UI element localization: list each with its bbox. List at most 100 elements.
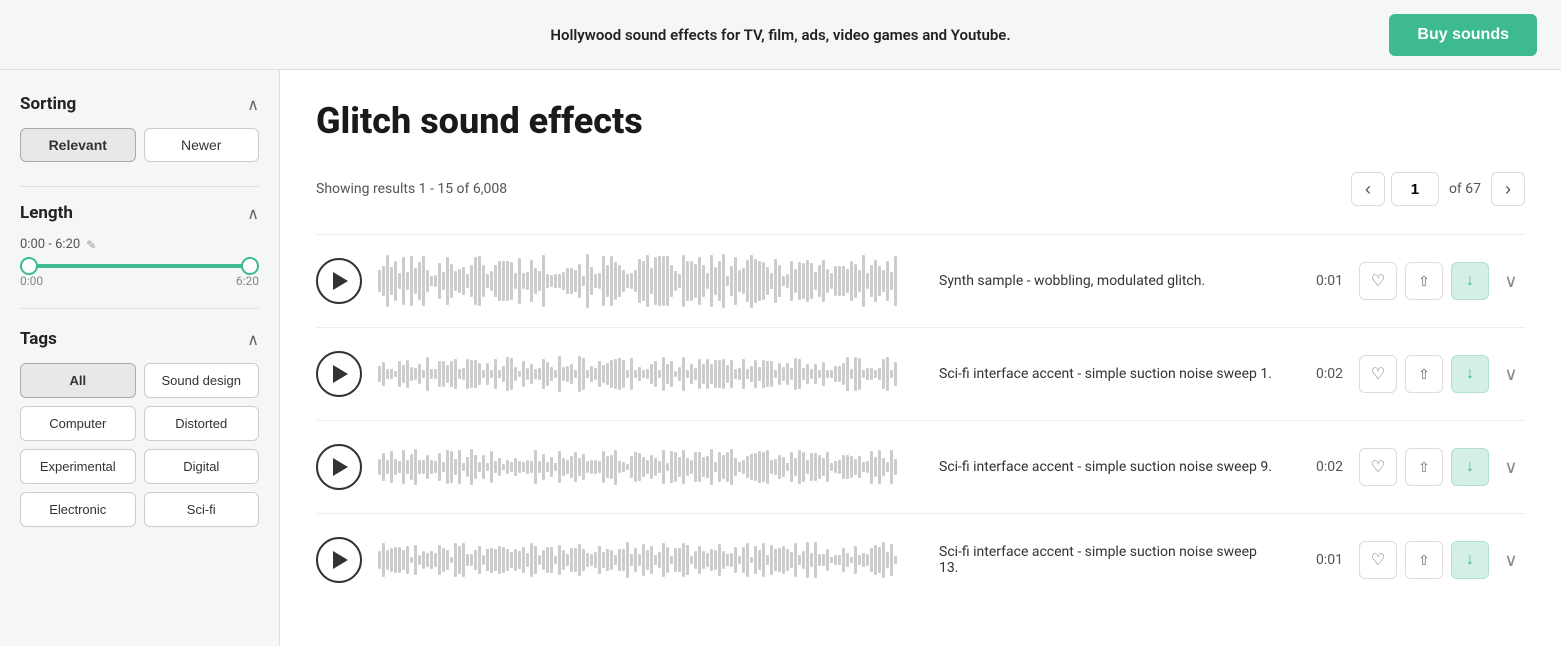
sorting-chevron-icon[interactable]: ∧: [247, 95, 259, 114]
waveform-bar: [634, 270, 637, 291]
sort-newer-button[interactable]: Newer: [144, 128, 260, 162]
waveform-bar: [462, 368, 465, 381]
waveform-bar: [670, 361, 673, 388]
waveform-bar: [858, 456, 861, 478]
like-button-2[interactable]: ♡: [1359, 355, 1397, 393]
waveform-bar: [658, 370, 661, 378]
waveform-bar: [602, 451, 605, 483]
slider-thumb-left[interactable]: [20, 257, 38, 275]
like-button-3[interactable]: ♡: [1359, 448, 1397, 486]
download-button-2[interactable]: ↓: [1451, 355, 1489, 393]
waveform-bar: [614, 262, 617, 300]
waveform-bar: [850, 557, 853, 563]
tag-distorted[interactable]: Distorted: [144, 406, 260, 441]
waveform-bar: [458, 369, 461, 379]
waveform-bar: [566, 268, 569, 294]
tag-all[interactable]: All: [20, 363, 136, 398]
waveform-bar: [454, 359, 457, 388]
waveform-bar: [802, 452, 805, 482]
waveform-bar: [410, 256, 413, 305]
expand-button-3[interactable]: ∨: [1497, 457, 1525, 478]
waveform-bar: [834, 555, 837, 564]
waveform-bar: [622, 360, 625, 387]
waveform-bar: [822, 554, 825, 567]
waveform-bar: [694, 551, 697, 570]
play-button-3[interactable]: [316, 444, 362, 490]
tags-section-header: Tags ∧: [20, 329, 259, 349]
waveform-bar: [390, 548, 393, 573]
waveform-bar: [854, 546, 857, 573]
waveform-bar: [494, 549, 497, 571]
waveform-bar: [574, 270, 577, 292]
sound-duration-2: 0:02: [1295, 366, 1343, 382]
prev-page-button[interactable]: ‹: [1351, 172, 1385, 206]
waveform-bar: [450, 264, 453, 298]
next-page-button[interactable]: ›: [1491, 172, 1525, 206]
divider-length: [20, 186, 259, 187]
play-button-4[interactable]: [316, 537, 362, 583]
waveform-bar: [670, 265, 673, 297]
waveform-bar: [774, 549, 777, 572]
expand-button-1[interactable]: ∨: [1497, 271, 1525, 292]
waveform-bar: [530, 364, 533, 384]
share-button-4[interactable]: ⇧: [1405, 541, 1443, 579]
tag-digital[interactable]: Digital: [144, 449, 260, 484]
waveform-bar: [662, 256, 665, 306]
length-chevron-icon[interactable]: ∧: [247, 204, 259, 223]
tag-sci-fi[interactable]: Sci-fi: [144, 492, 260, 527]
waveform-bar: [690, 261, 693, 302]
sort-relevant-button[interactable]: Relevant: [20, 128, 136, 162]
waveform-bar: [378, 366, 381, 381]
waveform-bar: [742, 359, 745, 389]
play-button-1[interactable]: [316, 258, 362, 304]
edit-icon[interactable]: ✎: [86, 238, 96, 252]
expand-button-4[interactable]: ∨: [1497, 550, 1525, 571]
share-button-2[interactable]: ⇧: [1405, 355, 1443, 393]
tag-computer[interactable]: Computer: [20, 406, 136, 441]
waveform-bar: [406, 460, 409, 473]
download-button-3[interactable]: ↓: [1451, 448, 1489, 486]
buy-sounds-button[interactable]: Buy sounds: [1389, 14, 1537, 56]
waveform-bar: [778, 265, 781, 297]
page-input[interactable]: [1391, 172, 1439, 206]
waveform-bar: [606, 456, 609, 478]
waveform-bar: [482, 555, 485, 564]
share-icon-1: ⇧: [1418, 273, 1430, 290]
download-button-1[interactable]: ↓: [1451, 262, 1489, 300]
waveform-bar: [454, 271, 457, 290]
waveform-bar: [542, 550, 545, 571]
next-icon: ›: [1505, 179, 1511, 200]
waveform-bar: [482, 265, 485, 298]
tags-chevron-icon[interactable]: ∧: [247, 330, 259, 349]
waveform-bar: [558, 356, 561, 392]
play-button-2[interactable]: [316, 351, 362, 397]
share-button-1[interactable]: ⇧: [1405, 262, 1443, 300]
page-title: Glitch sound effects: [316, 100, 1525, 142]
download-button-4[interactable]: ↓: [1451, 541, 1489, 579]
waveform-bar: [554, 463, 557, 471]
length-slider[interactable]: [20, 264, 259, 268]
waveform-bar: [422, 460, 425, 473]
waveform-bar: [578, 544, 581, 575]
tag-sound-design[interactable]: Sound design: [144, 363, 260, 398]
expand-button-2[interactable]: ∨: [1497, 364, 1525, 385]
waveform-bar: [394, 371, 397, 377]
waveform-bar: [462, 463, 465, 471]
waveform-bar: [658, 552, 661, 569]
waveform-bar: [754, 453, 757, 481]
waveform-bar: [662, 543, 665, 578]
waveform-bar: [794, 358, 797, 390]
tag-electronic[interactable]: Electronic: [20, 492, 136, 527]
waveform-bar: [442, 548, 445, 571]
tag-experimental[interactable]: Experimental: [20, 449, 136, 484]
slider-min-label: 0:00: [20, 274, 43, 288]
waveform-bar: [466, 274, 469, 288]
waveform-bar: [666, 256, 669, 306]
waveform-bar: [402, 450, 405, 484]
like-button-1[interactable]: ♡: [1359, 262, 1397, 300]
share-button-3[interactable]: ⇧: [1405, 448, 1443, 486]
waveform-bar: [654, 257, 657, 306]
slider-thumb-right[interactable]: [241, 257, 259, 275]
like-button-4[interactable]: ♡: [1359, 541, 1397, 579]
slider-fill: [20, 264, 259, 268]
